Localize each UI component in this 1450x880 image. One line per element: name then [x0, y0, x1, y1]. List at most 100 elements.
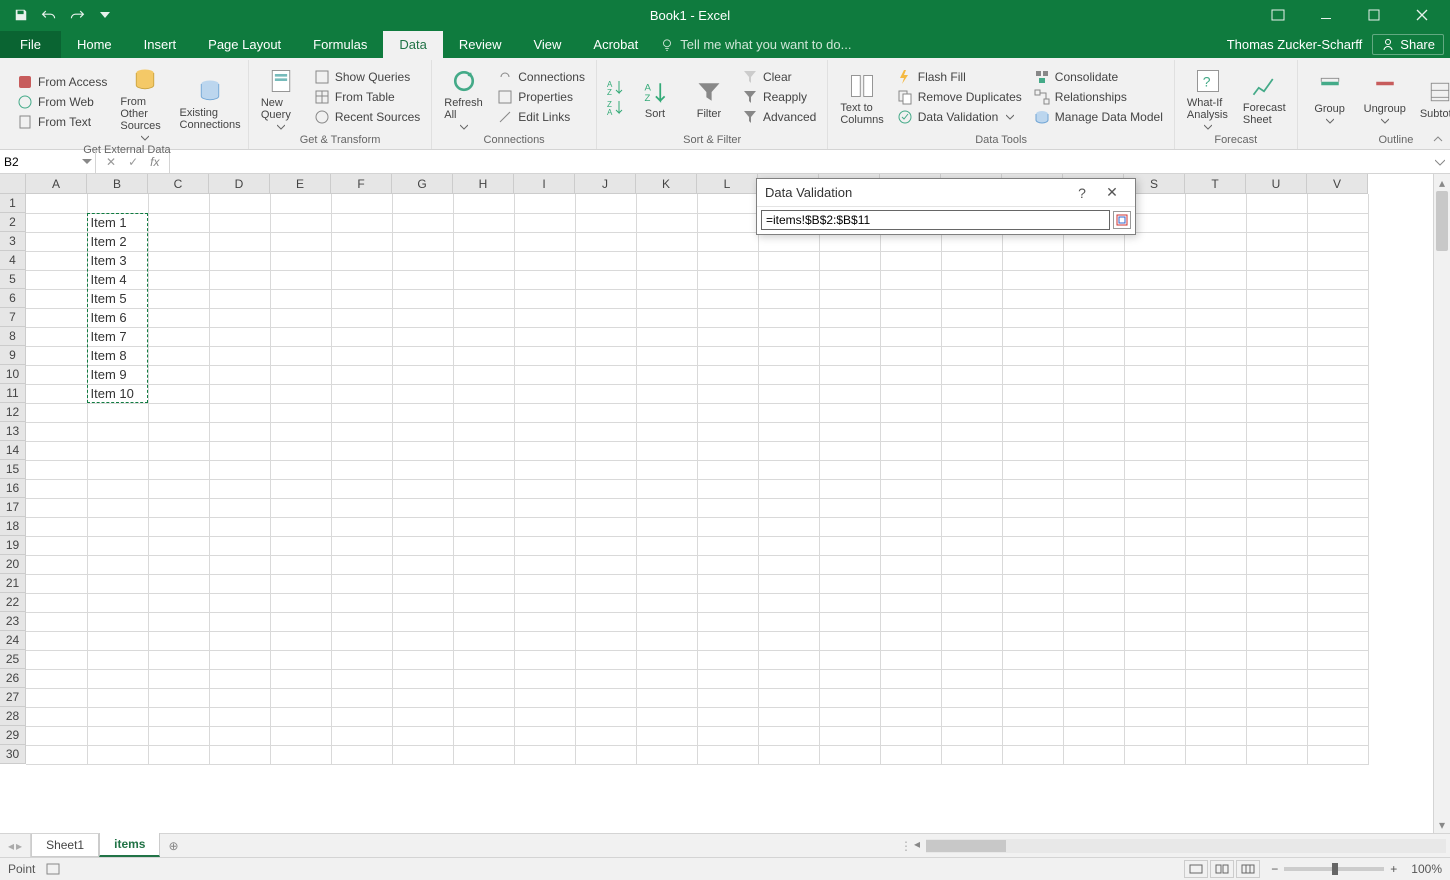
cell[interactable]	[453, 327, 514, 346]
cell[interactable]	[514, 365, 575, 384]
row-header[interactable]: 11	[0, 384, 26, 403]
cell[interactable]	[209, 308, 270, 327]
cell[interactable]	[880, 688, 941, 707]
cell[interactable]	[514, 612, 575, 631]
cell[interactable]	[941, 251, 1002, 270]
cell[interactable]	[392, 441, 453, 460]
cell[interactable]	[697, 289, 758, 308]
cell[interactable]	[636, 631, 697, 650]
consolidate-button[interactable]: Consolidate	[1031, 68, 1166, 86]
cell[interactable]	[819, 441, 880, 460]
cell[interactable]	[575, 327, 636, 346]
row-header[interactable]: 27	[0, 688, 26, 707]
cell[interactable]	[270, 308, 331, 327]
cell[interactable]	[392, 403, 453, 422]
cell[interactable]	[697, 726, 758, 745]
cell[interactable]	[1063, 593, 1124, 612]
cell[interactable]	[941, 441, 1002, 460]
cell[interactable]	[514, 498, 575, 517]
from-other-sources-button[interactable]: From Other Sources	[116, 62, 174, 142]
cell[interactable]	[270, 460, 331, 479]
column-header[interactable]: V	[1307, 174, 1368, 194]
cell[interactable]	[1246, 441, 1307, 460]
clear-filter-button[interactable]: Clear	[739, 68, 819, 86]
cell[interactable]	[209, 669, 270, 688]
cell[interactable]	[1307, 707, 1368, 726]
cell[interactable]	[697, 422, 758, 441]
cell[interactable]	[1246, 536, 1307, 555]
cell[interactable]	[392, 479, 453, 498]
cell[interactable]	[1002, 536, 1063, 555]
cell[interactable]	[1063, 289, 1124, 308]
cell[interactable]	[514, 707, 575, 726]
cell[interactable]	[1185, 441, 1246, 460]
cell[interactable]	[697, 270, 758, 289]
cell[interactable]	[697, 593, 758, 612]
cell[interactable]	[148, 555, 209, 574]
cell[interactable]	[26, 194, 87, 213]
cell[interactable]	[941, 384, 1002, 403]
ribbon-display-icon[interactable]	[1258, 3, 1298, 27]
cell[interactable]	[697, 327, 758, 346]
cell[interactable]	[148, 384, 209, 403]
connections-button[interactable]: Connections	[494, 68, 588, 86]
cell[interactable]	[148, 194, 209, 213]
row-header[interactable]: 9	[0, 346, 26, 365]
cell[interactable]	[26, 669, 87, 688]
cell[interactable]	[26, 232, 87, 251]
cell[interactable]	[514, 308, 575, 327]
vertical-scrollbar[interactable]: ▴ ▾	[1433, 174, 1450, 833]
cell[interactable]	[148, 422, 209, 441]
cell[interactable]	[819, 669, 880, 688]
cell[interactable]	[87, 194, 148, 213]
cell[interactable]	[1124, 460, 1185, 479]
cell[interactable]	[26, 460, 87, 479]
cell[interactable]	[209, 517, 270, 536]
qat-customize-icon[interactable]	[94, 4, 116, 26]
cell[interactable]	[209, 726, 270, 745]
row-header[interactable]: 10	[0, 365, 26, 384]
cell[interactable]: Item 7	[87, 327, 148, 346]
row-header[interactable]: 1	[0, 194, 26, 213]
sort-asc-button[interactable]: AZ	[605, 77, 625, 97]
cell[interactable]	[758, 479, 819, 498]
cell[interactable]	[209, 403, 270, 422]
cell[interactable]	[270, 688, 331, 707]
cell[interactable]	[697, 460, 758, 479]
close-dialog-icon[interactable]: ✕	[1097, 184, 1127, 201]
row-header[interactable]: 12	[0, 403, 26, 422]
cell[interactable]	[270, 498, 331, 517]
cell[interactable]	[453, 422, 514, 441]
cell[interactable]	[1063, 707, 1124, 726]
cell[interactable]	[1124, 346, 1185, 365]
cell[interactable]	[575, 631, 636, 650]
cell[interactable]	[819, 574, 880, 593]
cell[interactable]	[758, 308, 819, 327]
filter-button[interactable]: Filter	[685, 74, 733, 120]
cell[interactable]	[453, 688, 514, 707]
cell[interactable]	[1307, 669, 1368, 688]
cell[interactable]	[880, 441, 941, 460]
cell[interactable]	[26, 631, 87, 650]
cell[interactable]	[148, 498, 209, 517]
cell[interactable]	[1063, 555, 1124, 574]
cell[interactable]	[1063, 365, 1124, 384]
cell[interactable]	[392, 213, 453, 232]
cell[interactable]	[87, 536, 148, 555]
cell[interactable]	[270, 346, 331, 365]
cell[interactable]	[880, 498, 941, 517]
cell[interactable]	[270, 726, 331, 745]
cell[interactable]	[697, 650, 758, 669]
cell[interactable]	[758, 517, 819, 536]
cell[interactable]	[26, 213, 87, 232]
column-header[interactable]: J	[575, 174, 636, 194]
cell[interactable]	[1185, 422, 1246, 441]
sheet-tab-sheet1[interactable]: Sheet1	[31, 834, 99, 857]
cell[interactable]	[392, 422, 453, 441]
cell[interactable]	[636, 403, 697, 422]
recent-sources-button[interactable]: Recent Sources	[311, 108, 423, 126]
cell[interactable]	[270, 707, 331, 726]
cell[interactable]	[392, 251, 453, 270]
cell[interactable]	[270, 441, 331, 460]
cell[interactable]	[392, 555, 453, 574]
